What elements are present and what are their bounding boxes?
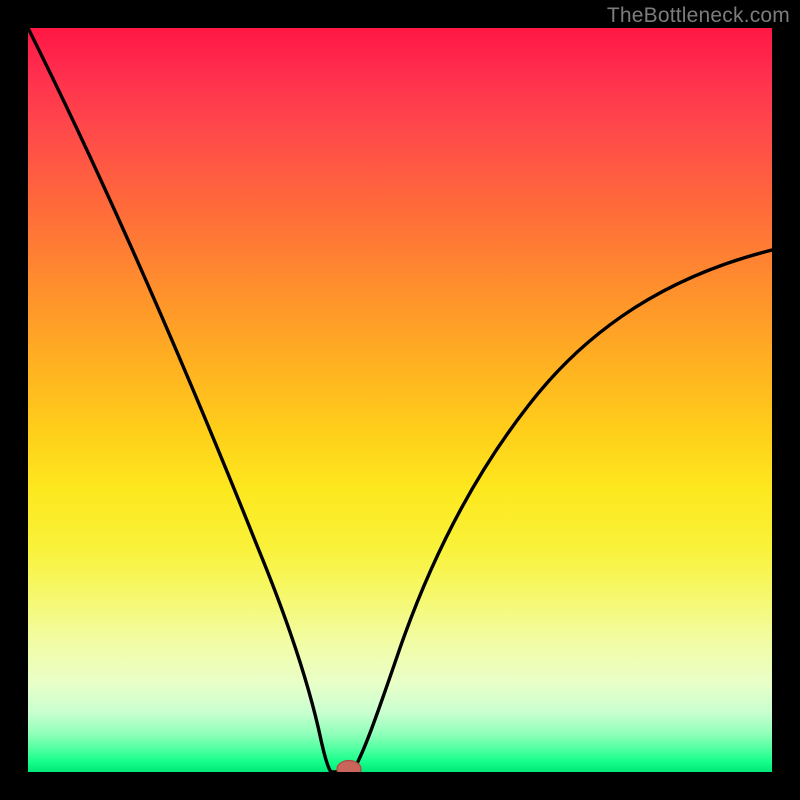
curve-layer — [28, 28, 772, 772]
chart-frame: TheBottleneck.com — [0, 0, 800, 800]
bottleneck-marker — [337, 761, 361, 773]
bottleneck-curve — [28, 28, 772, 772]
attribution-label: TheBottleneck.com — [607, 4, 790, 28]
chart-plot-area — [28, 28, 772, 772]
